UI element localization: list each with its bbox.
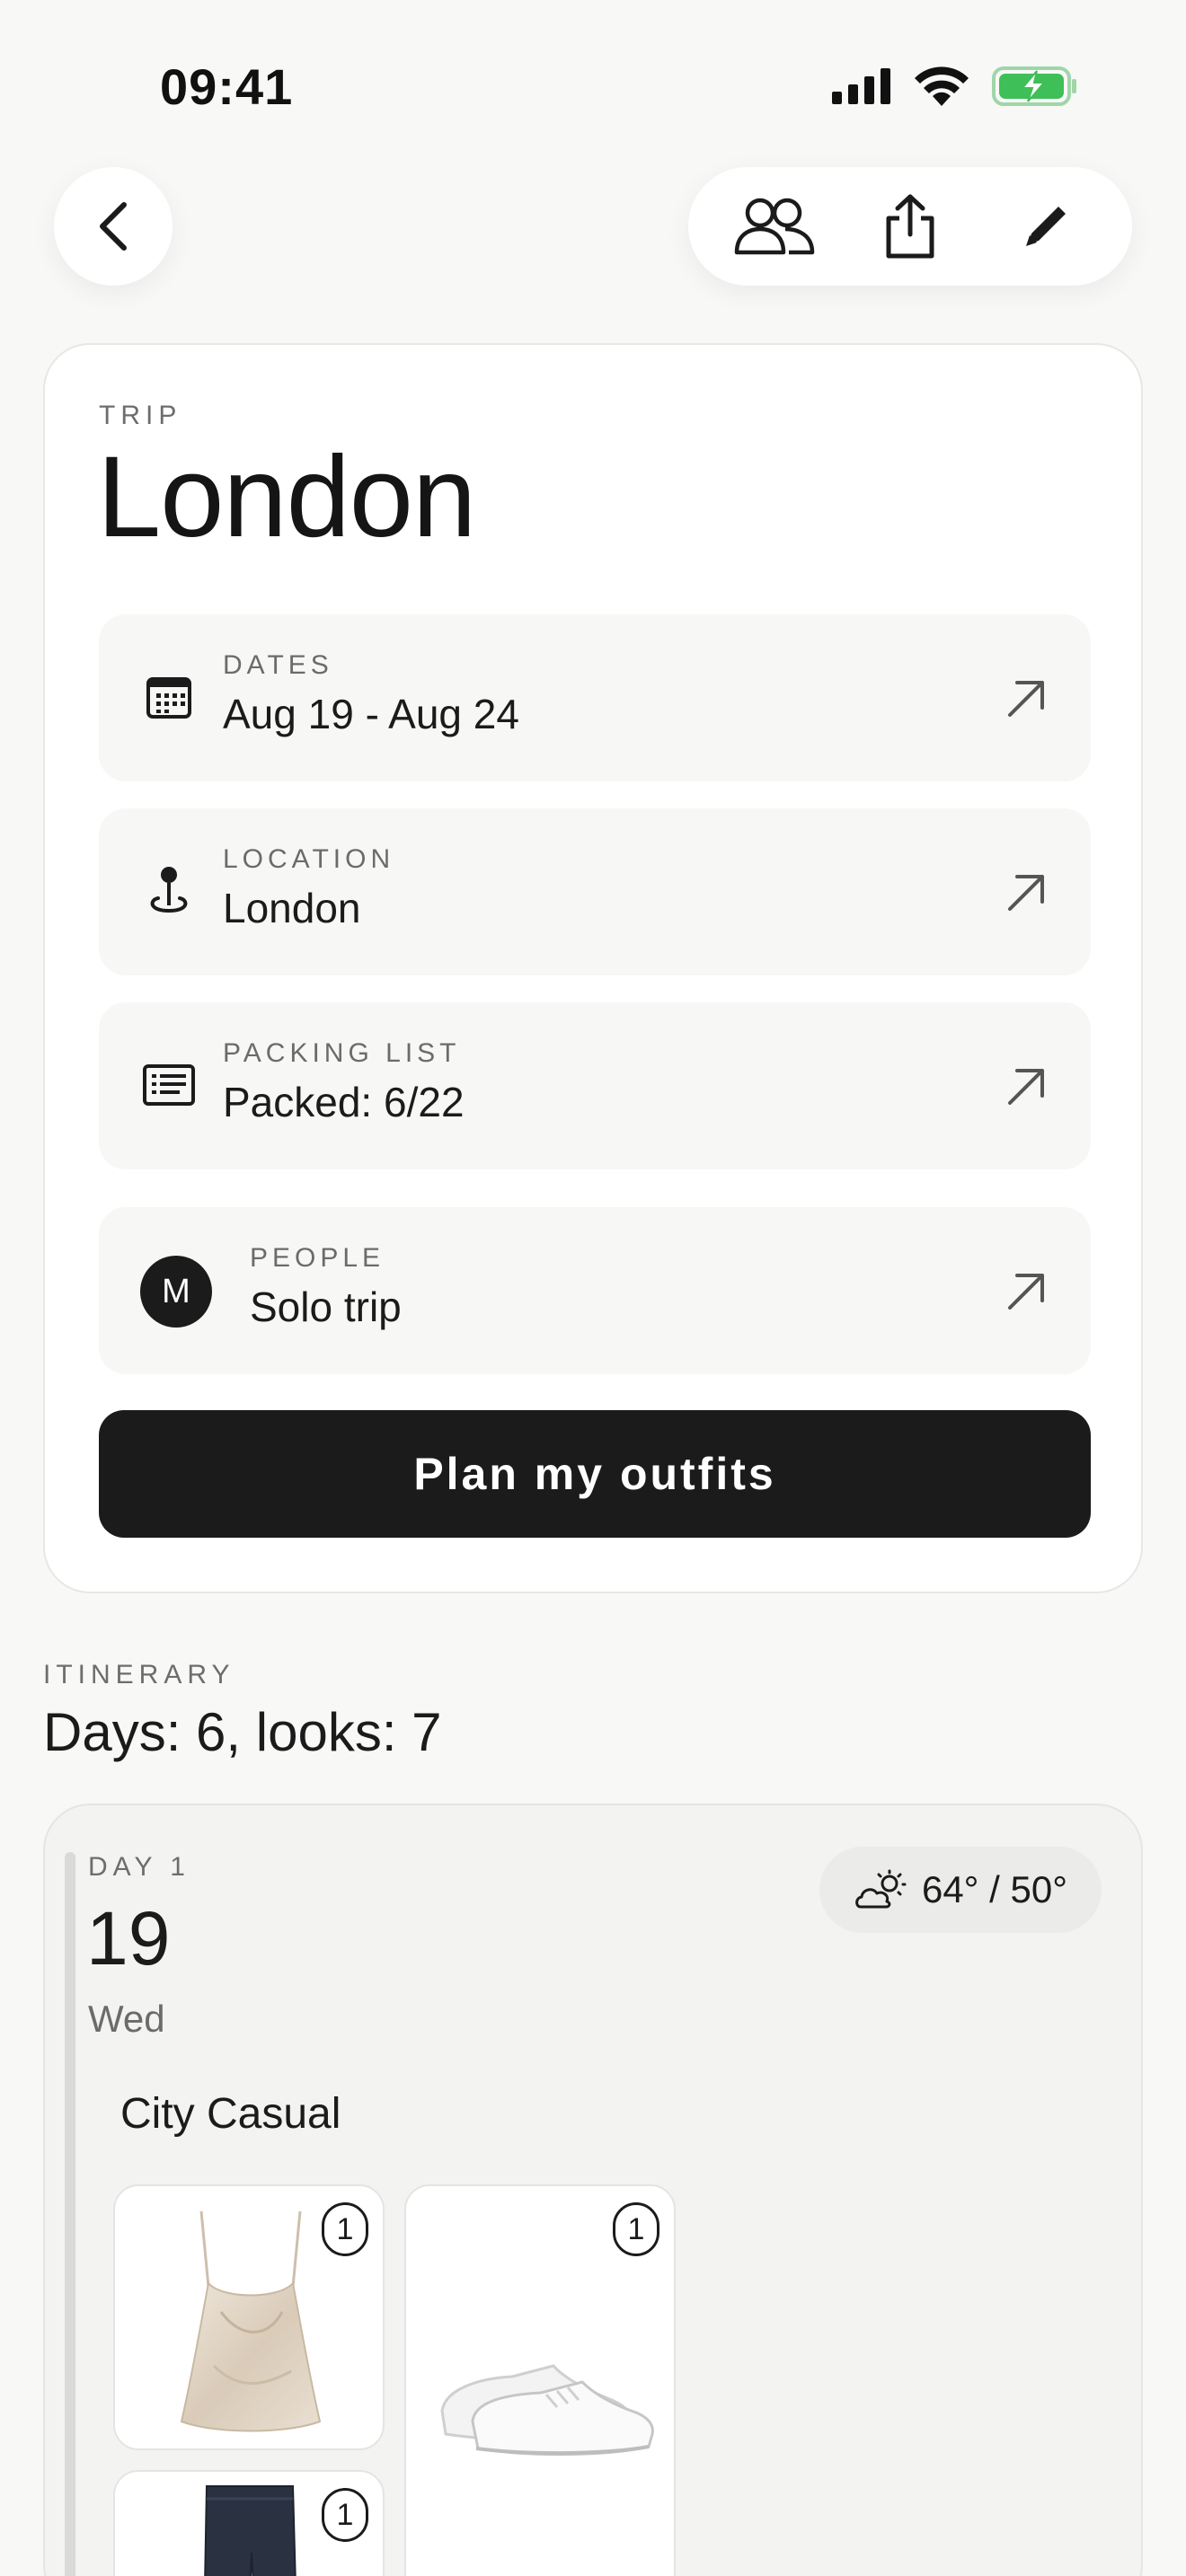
- dates-label: DATES: [223, 650, 333, 680]
- outfit-item[interactable]: 1: [113, 2184, 385, 2450]
- dates-row[interactable]: DATES Aug 19 - Aug 24: [99, 614, 1091, 781]
- battery-charging-icon: [992, 66, 1076, 106]
- trip-title: London: [97, 433, 476, 561]
- people-icon: [734, 198, 814, 255]
- people-value: Solo trip: [250, 1284, 402, 1330]
- outfit-item[interactable]: 1: [113, 2470, 385, 2576]
- day-rail: [65, 1852, 75, 2576]
- weather-badge: 64° / 50°: [819, 1847, 1102, 1933]
- arrow-up-right-icon: [1008, 875, 1044, 911]
- item-quantity-badge: 1: [322, 2488, 368, 2542]
- edit-button[interactable]: [1001, 181, 1091, 271]
- arrow-up-right-icon: [1008, 681, 1044, 717]
- plan-outfits-button[interactable]: Plan my outfits: [99, 1410, 1091, 1538]
- map-pin-icon: [140, 862, 198, 920]
- avatar: M: [140, 1256, 212, 1328]
- pencil-icon: [1026, 207, 1067, 246]
- cellular-signal-icon: [832, 68, 890, 104]
- partly-cloudy-icon: [855, 1869, 907, 1909]
- packing-list-row[interactable]: PACKING LIST Packed: 6/22: [99, 1002, 1091, 1169]
- item-quantity-badge: 1: [613, 2202, 659, 2256]
- day-weekday: Wed: [88, 1998, 165, 2040]
- back-button[interactable]: [54, 167, 173, 286]
- location-label: LOCATION: [223, 844, 395, 874]
- status-icons: [832, 63, 1078, 110]
- day-date: 19: [86, 1896, 171, 1981]
- day-card[interactable]: DAY 1 19 Wed 64° / 50° City Casual 1 1 1: [43, 1804, 1143, 2576]
- chevron-left-icon: [100, 202, 127, 251]
- outfit-item[interactable]: 1: [404, 2184, 676, 2576]
- wifi-icon: [915, 66, 969, 106]
- location-value: London: [223, 885, 361, 931]
- dates-value: Aug 19 - Aug 24: [223, 691, 519, 737]
- arrow-up-right-icon: [1008, 1069, 1044, 1105]
- trip-card: TRIP London DATES Aug 19 - Aug 24 LOCATI…: [43, 343, 1143, 1593]
- packing-list-label: PACKING LIST: [223, 1038, 461, 1068]
- arrow-up-right-icon: [1008, 1274, 1044, 1310]
- share-button[interactable]: [865, 181, 955, 271]
- status-bar: 09:41: [0, 0, 1186, 171]
- day-label: DAY 1: [88, 1852, 190, 1882]
- item-quantity-badge: 1: [322, 2202, 368, 2256]
- itinerary-eyebrow: ITINERARY: [43, 1660, 235, 1689]
- location-row[interactable]: LOCATION London: [99, 808, 1091, 975]
- people-row[interactable]: M PEOPLE Solo trip: [99, 1207, 1091, 1374]
- itinerary-summary: Days: 6, looks: 7: [43, 1702, 442, 1762]
- trip-eyebrow: TRIP: [99, 401, 182, 430]
- trip-actions: [688, 167, 1132, 286]
- packing-list-value: Packed: 6/22: [223, 1079, 465, 1125]
- share-icon: [886, 194, 934, 259]
- share-with-people-button[interactable]: [730, 181, 819, 271]
- status-time: 09:41: [160, 58, 294, 115]
- weather-temps: 64° / 50°: [921, 1868, 1068, 1910]
- list-icon: [140, 1056, 198, 1114]
- people-label: PEOPLE: [250, 1243, 385, 1273]
- look-name[interactable]: City Casual: [120, 2089, 341, 2139]
- calendar-icon: [140, 668, 198, 726]
